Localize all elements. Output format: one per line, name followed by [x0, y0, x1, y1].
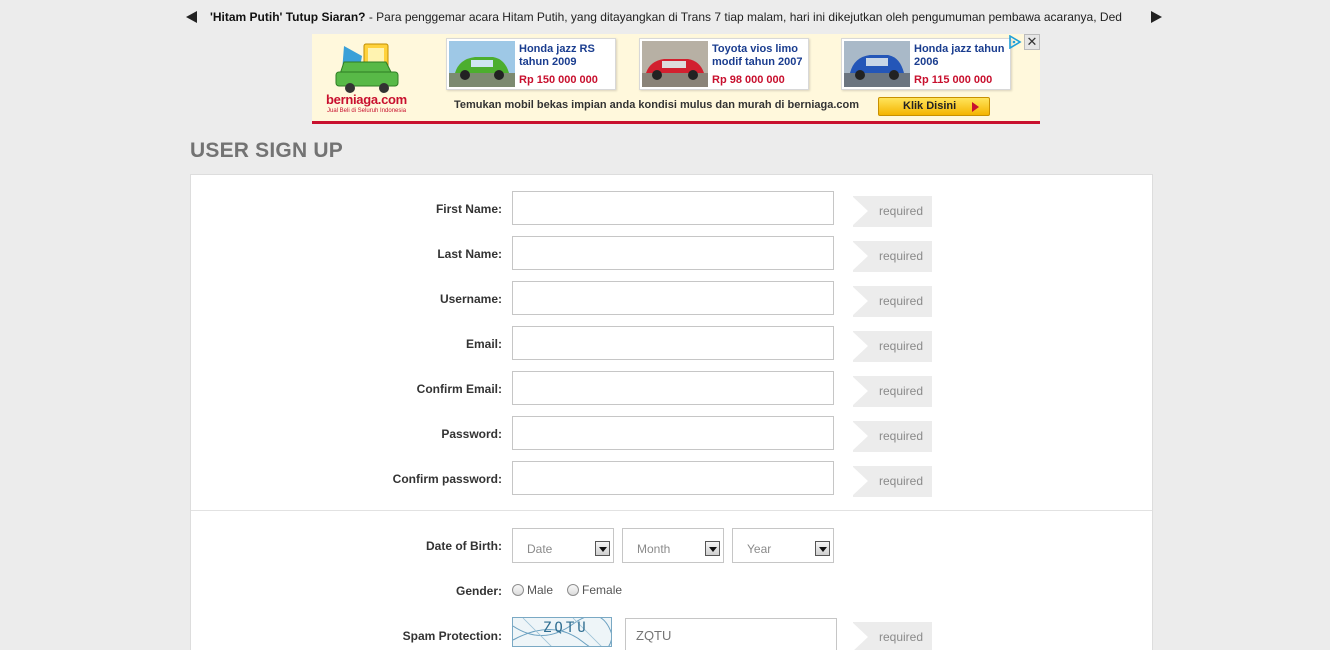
confirm-email-label: Confirm Email:	[416, 382, 502, 396]
required-badge: required	[852, 241, 932, 272]
chevron-down-icon[interactable]	[705, 541, 720, 556]
ad-bottom-text: Temukan mobil bekas impian anda kondisi …	[454, 99, 860, 111]
ad-tagline: Jual Beli di Seluruh Indonesia	[327, 108, 407, 114]
dob-date-value: Date	[527, 542, 553, 556]
dob-month-value: Month	[637, 542, 671, 556]
required-badge: required	[852, 196, 932, 227]
spam-protection-row: Spam Protection: ZQTU required	[191, 617, 1152, 650]
password-input[interactable]	[512, 416, 834, 450]
email-row: Email: required	[191, 326, 1152, 362]
captcha-input[interactable]	[625, 618, 837, 650]
last-name-input[interactable]	[512, 236, 834, 270]
confirm-email-row: Confirm Email: required	[191, 371, 1152, 407]
ad-card-3[interactable]: Honda jazz tahun 2006 Rp 115 000 000	[841, 38, 1011, 90]
dob-year-select[interactable]: Year	[732, 528, 834, 563]
gender-female-radio[interactable]	[567, 584, 580, 596]
dob-month-select[interactable]: Month	[622, 528, 724, 563]
username-row: Username: required	[191, 281, 1152, 317]
ad-cta-label: Klik Disini	[903, 100, 957, 112]
gender-male-label[interactable]: Male	[527, 583, 553, 597]
ad-close-button[interactable]: ✕	[1024, 34, 1040, 50]
ad-banner[interactable]: berniaga.com Jual Beli di Seluruh Indone…	[312, 34, 1040, 124]
spam-protection-label: Spam Protection:	[402, 629, 502, 643]
gender-female-label[interactable]: Female	[582, 583, 622, 597]
captcha-text: ZQTU	[543, 620, 589, 636]
ad-cta-button[interactable]: Klik Disini	[878, 97, 990, 116]
required-badge: required	[852, 376, 932, 407]
ticker-body: Para penggemar acara Hitam Putih, yang d…	[376, 10, 1122, 24]
confirm-password-input[interactable]	[512, 461, 834, 495]
ad-card-price: Rp 98 000 000	[712, 74, 785, 86]
gender-male-radio[interactable]	[512, 584, 524, 596]
ad-card-title: Honda jazz RS tahun 2009	[519, 43, 595, 68]
required-badge: required	[852, 331, 932, 362]
ticker-headline[interactable]: 'Hitam Putih' Tutup Siaran?	[210, 10, 365, 24]
confirm-password-label: Confirm password:	[392, 472, 502, 486]
gender-row: Gender: Male Female	[191, 576, 1152, 610]
dob-label: Date of Birth:	[426, 539, 502, 553]
play-arrow-icon	[972, 102, 979, 112]
news-ticker: 'Hitam Putih' Tutup Siaran? - Para pengg…	[186, 8, 1162, 26]
required-badge: required	[852, 466, 932, 497]
signup-form: First Name: required Last Name: required…	[190, 174, 1153, 650]
required-badge: required	[852, 622, 932, 650]
chevron-down-icon[interactable]	[815, 541, 830, 556]
password-row: Password: required	[191, 416, 1152, 452]
ad-card-1[interactable]: Honda jazz RS tahun 2009 Rp 150 000 000	[446, 38, 616, 90]
ticker-next-icon[interactable]	[1151, 11, 1162, 23]
email-label: Email:	[465, 337, 502, 351]
required-badge: required	[852, 421, 932, 452]
car-image-icon	[844, 41, 910, 87]
first-name-label: First Name:	[435, 202, 502, 216]
ad-card-title: Honda jazz tahun 2006	[914, 43, 1005, 68]
last-name-label: Last Name:	[437, 247, 502, 261]
ad-brand: berniaga.com	[326, 92, 407, 107]
ad-card-price: Rp 115 000 000	[914, 74, 993, 86]
ticker-prev-icon[interactable]	[186, 11, 197, 23]
page-title: USER SIGN UP	[190, 139, 343, 162]
form-divider	[191, 510, 1152, 511]
ad-card-price: Rp 150 000 000	[519, 74, 598, 86]
ticker-separator: -	[365, 10, 377, 24]
confirm-password-row: Confirm password: required	[191, 461, 1152, 497]
first-name-input[interactable]	[512, 191, 834, 225]
last-name-row: Last Name: required	[191, 236, 1152, 272]
gender-label: Gender:	[455, 584, 502, 598]
gender-radio-group: Male Female	[512, 583, 636, 597]
car-image-icon	[642, 41, 708, 87]
chevron-down-icon[interactable]	[595, 541, 610, 556]
dob-row: Date of Birth: Date Month Year	[191, 528, 1152, 563]
username-label: Username:	[439, 292, 502, 306]
captcha-image: ZQTU	[512, 617, 612, 647]
email-input[interactable]	[512, 326, 834, 360]
car-image-icon	[449, 41, 515, 87]
confirm-email-input[interactable]	[512, 371, 834, 405]
ticker-text[interactable]: 'Hitam Putih' Tutup Siaran? - Para pengg…	[197, 10, 1151, 24]
ad-card-title: Toyota vios limo modif tahun 2007	[712, 43, 803, 68]
dob-date-select[interactable]: Date	[512, 528, 614, 563]
ad-card-2[interactable]: Toyota vios limo modif tahun 2007 Rp 98 …	[639, 38, 809, 90]
adchoices-icon[interactable]	[1008, 35, 1022, 49]
required-badge: required	[852, 286, 932, 317]
username-input[interactable]	[512, 281, 834, 315]
dob-year-value: Year	[747, 542, 772, 556]
first-name-row: First Name: required	[191, 191, 1152, 227]
password-label: Password:	[441, 427, 502, 441]
